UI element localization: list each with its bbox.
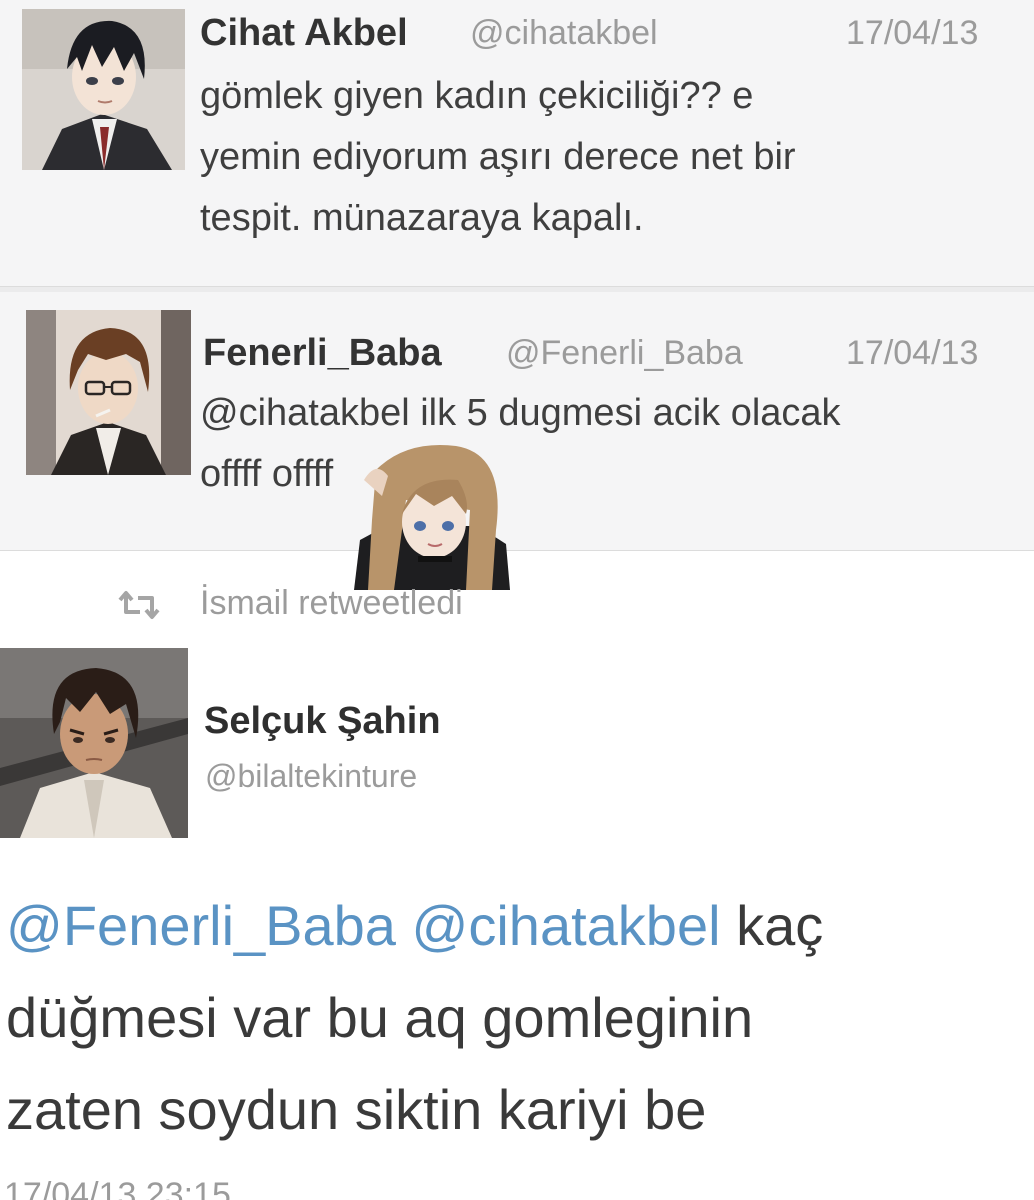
main-tweet-timestamp[interactable]: 17/04/13 23:15 bbox=[4, 1176, 231, 1200]
main-tweet-text-line: düğmesi var bu aq gomleginin bbox=[6, 986, 754, 1049]
tweet-text-line: tespit. münazaraya kapalı. bbox=[200, 197, 644, 239]
tweet-text-line: @cihatakbel ilk 5 dugmesi acik olacak bbox=[200, 392, 841, 434]
twitter-screenshot-collage: Cihat Akbel @cihatakbel 17/04/13 gömlek … bbox=[0, 0, 1034, 1200]
tweet-date[interactable]: 17/04/13 bbox=[846, 334, 978, 373]
glasses-anime-man-avatar[interactable] bbox=[26, 310, 191, 475]
main-tweet-text: @Fenerli_Baba @cihatakbel kaç düğmesi va… bbox=[6, 880, 1026, 1156]
main-tweet-author-handle[interactable]: @bilaltekinture bbox=[205, 758, 417, 795]
main-tweet-text-fragment: kaç bbox=[736, 894, 824, 957]
retweeted-by-label[interactable]: İsmail retweetledi bbox=[200, 584, 463, 623]
tweet-author-name[interactable]: Fenerli_Baba bbox=[203, 332, 442, 375]
main-tweet-text-line: @Fenerli_Baba @cihatakbel kaç bbox=[6, 880, 1026, 972]
main-tweet-author-name[interactable]: Selçuk Şahin bbox=[204, 700, 441, 743]
tweet-author-handle[interactable]: @cihatakbel bbox=[470, 14, 658, 53]
tweet-author-handle[interactable]: @Fenerli_Baba bbox=[506, 334, 743, 373]
dark-haired-anime-man-avatar[interactable] bbox=[22, 9, 185, 170]
main-tweet-text-line: zaten soydun siktin kariyi be bbox=[6, 1078, 707, 1141]
mention-link[interactable]: @Fenerli_Baba bbox=[6, 894, 396, 957]
mention-link[interactable]: @cihatakbel bbox=[412, 894, 721, 957]
tan-anime-man-avatar[interactable] bbox=[0, 648, 188, 838]
tweet-text-line: offff offff bbox=[200, 453, 334, 495]
tweet-text-line: gömlek giyen kadın çekiciliği?? e bbox=[200, 75, 754, 117]
retweet-icon[interactable] bbox=[116, 590, 162, 620]
tweet-date[interactable]: 17/04/13 bbox=[846, 14, 978, 53]
blonde-anime-woman-sticker bbox=[346, 440, 518, 590]
tweet-text-line: yemin ediyorum aşırı derece net bir bbox=[200, 136, 796, 178]
tweet-author-name[interactable]: Cihat Akbel bbox=[200, 12, 408, 55]
tweet-text: @cihatakbel ilk 5 dugmesi acik olacak of… bbox=[200, 383, 1020, 505]
tweet-text: gömlek giyen kadın çekiciliği?? e yemin … bbox=[200, 66, 1000, 249]
